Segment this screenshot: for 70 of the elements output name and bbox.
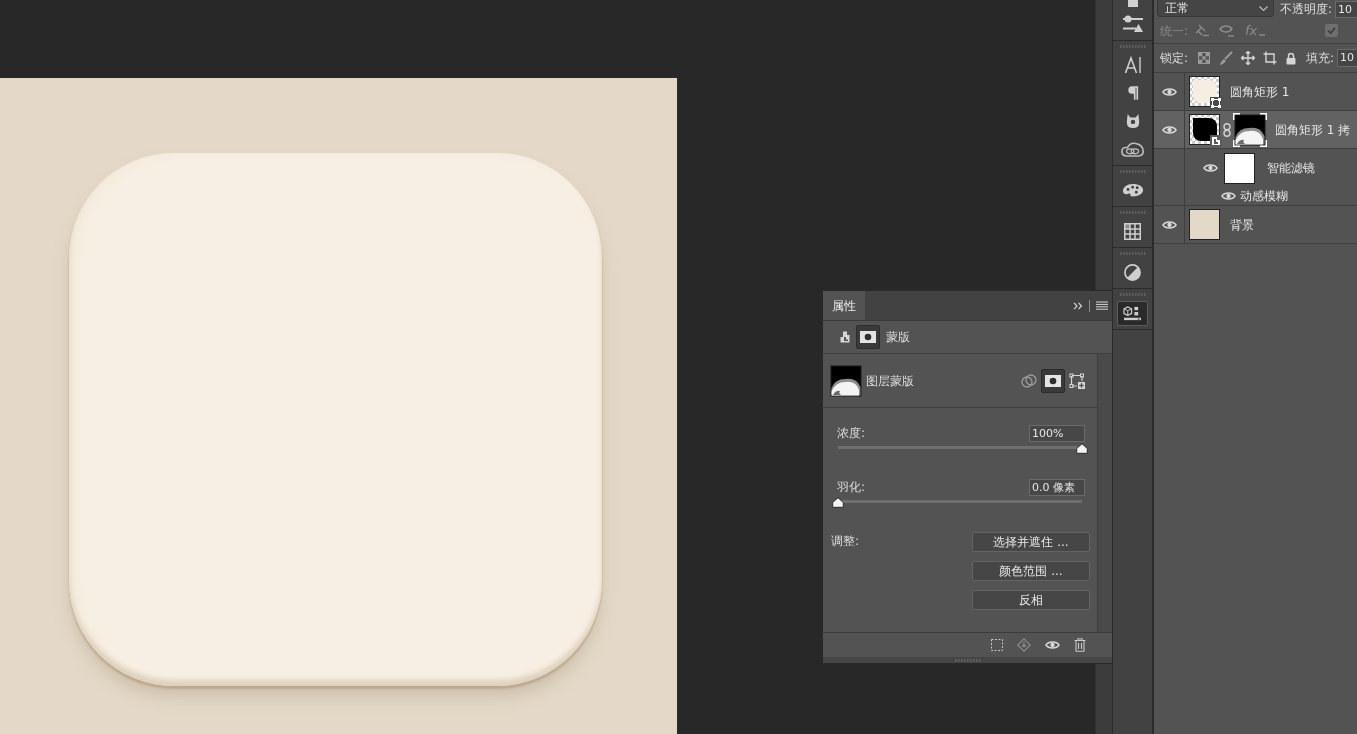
slider-value-field[interactable]: 100% [1029, 424, 1085, 442]
double-chevron-icon[interactable] [1073, 301, 1083, 310]
creature-icon[interactable] [1124, 113, 1141, 129]
blend-mode-dropdown[interactable]: 正常 [1157, 0, 1274, 17]
smart-object-icon [1210, 135, 1222, 147]
filter-row[interactable]: 动感模糊 [1154, 187, 1357, 206]
layer-row[interactable]: 圆角矩形 1 [1154, 73, 1357, 111]
mask-icon[interactable] [856, 325, 880, 349]
slider-thumb[interactable] [1076, 443, 1088, 454]
eye-icon[interactable] [1161, 219, 1177, 230]
eye-icon[interactable] [1161, 124, 1177, 135]
slider-value-field[interactable]: 0.0 像素 [1029, 478, 1085, 496]
checker-icon[interactable] [1198, 52, 1211, 64]
character-icon[interactable] [1123, 56, 1142, 74]
slider-label: 羽化: [837, 479, 866, 496]
layer-name: 背景 [1230, 216, 1254, 234]
brush-icon[interactable] [1219, 51, 1234, 65]
action-button[interactable]: 反相 [972, 590, 1090, 610]
layer-name: 圆角矩形 1 [1230, 83, 1290, 101]
action-button[interactable]: 选择并遮住 ... [972, 532, 1090, 552]
opacity-field[interactable]: 10 [1335, 0, 1357, 18]
section-title: 蒙版 [886, 329, 910, 346]
lock-label: 锁定: [1160, 50, 1189, 67]
layer-name: 智能滤镜 [1267, 160, 1315, 177]
fill-label: 填充: [1306, 50, 1335, 67]
grid-icon[interactable] [1124, 222, 1141, 240]
layer-row[interactable]: 背景 [1154, 206, 1357, 244]
pilcrow-icon[interactable] [1126, 85, 1139, 101]
caret-icon [1259, 5, 1268, 11]
filter-name: 动感模糊 [1240, 188, 1288, 205]
mask-thumbnail[interactable] [829, 363, 863, 398]
lock-icon[interactable] [1286, 51, 1297, 65]
panel-tab[interactable]: 属性 [823, 291, 865, 320]
layer-name: 圆角矩形 1 拷 [1275, 121, 1351, 139]
mask-thumbnail[interactable] [1233, 112, 1267, 147]
move-icon[interactable] [1241, 51, 1256, 65]
menu-icon[interactable] [1096, 301, 1108, 310]
smart-object-icon[interactable] [840, 331, 850, 343]
cube-icon[interactable] [1117, 300, 1148, 326]
check-icon [1327, 27, 1336, 34]
mask-type-label: 图层蒙版 [866, 372, 914, 390]
eye-icon[interactable] [1161, 86, 1177, 97]
layer-thumbnail[interactable] [1189, 114, 1220, 145]
slider-thumb[interactable] [832, 497, 844, 508]
rectangle-icon[interactable] [1127, 0, 1138, 7]
vector-shape-icon [1210, 97, 1222, 109]
dashed-selection-icon[interactable] [991, 639, 1003, 651]
artboard-icon[interactable] [1263, 51, 1278, 65]
eye-icon[interactable] [1203, 163, 1218, 173]
layer-thumbnail[interactable] [1189, 209, 1220, 240]
action-button[interactable]: 颜色范围 ... [972, 561, 1090, 581]
eye-icon[interactable] [1221, 191, 1236, 201]
half-circle-icon[interactable] [1124, 263, 1141, 281]
trash-icon[interactable] [1074, 638, 1086, 652]
fill-field[interactable]: 10 [1337, 49, 1357, 67]
overlapping-circles-icon[interactable] [1021, 373, 1037, 388]
slider-label: 浓度: [837, 425, 866, 442]
layer-thumbnail[interactable] [1189, 76, 1220, 107]
chain-link-icon [1223, 122, 1231, 137]
adjust-label: 调整: [831, 533, 860, 550]
propagate-checkbox[interactable] [1325, 24, 1338, 37]
layer-row[interactable]: 圆角矩形 1 拷 [1154, 111, 1357, 149]
mask-icon[interactable] [1041, 368, 1065, 393]
sliders-icon[interactable] [1121, 15, 1144, 33]
vector-mask-add-icon[interactable] [1069, 372, 1085, 389]
eye-icon[interactable] [1045, 640, 1060, 650]
layer-thumbnail[interactable] [1224, 152, 1255, 184]
palette-icon[interactable] [1121, 182, 1144, 198]
cloud-rings-icon[interactable] [1120, 140, 1145, 158]
opacity-label: 不透明度: [1280, 3, 1333, 15]
